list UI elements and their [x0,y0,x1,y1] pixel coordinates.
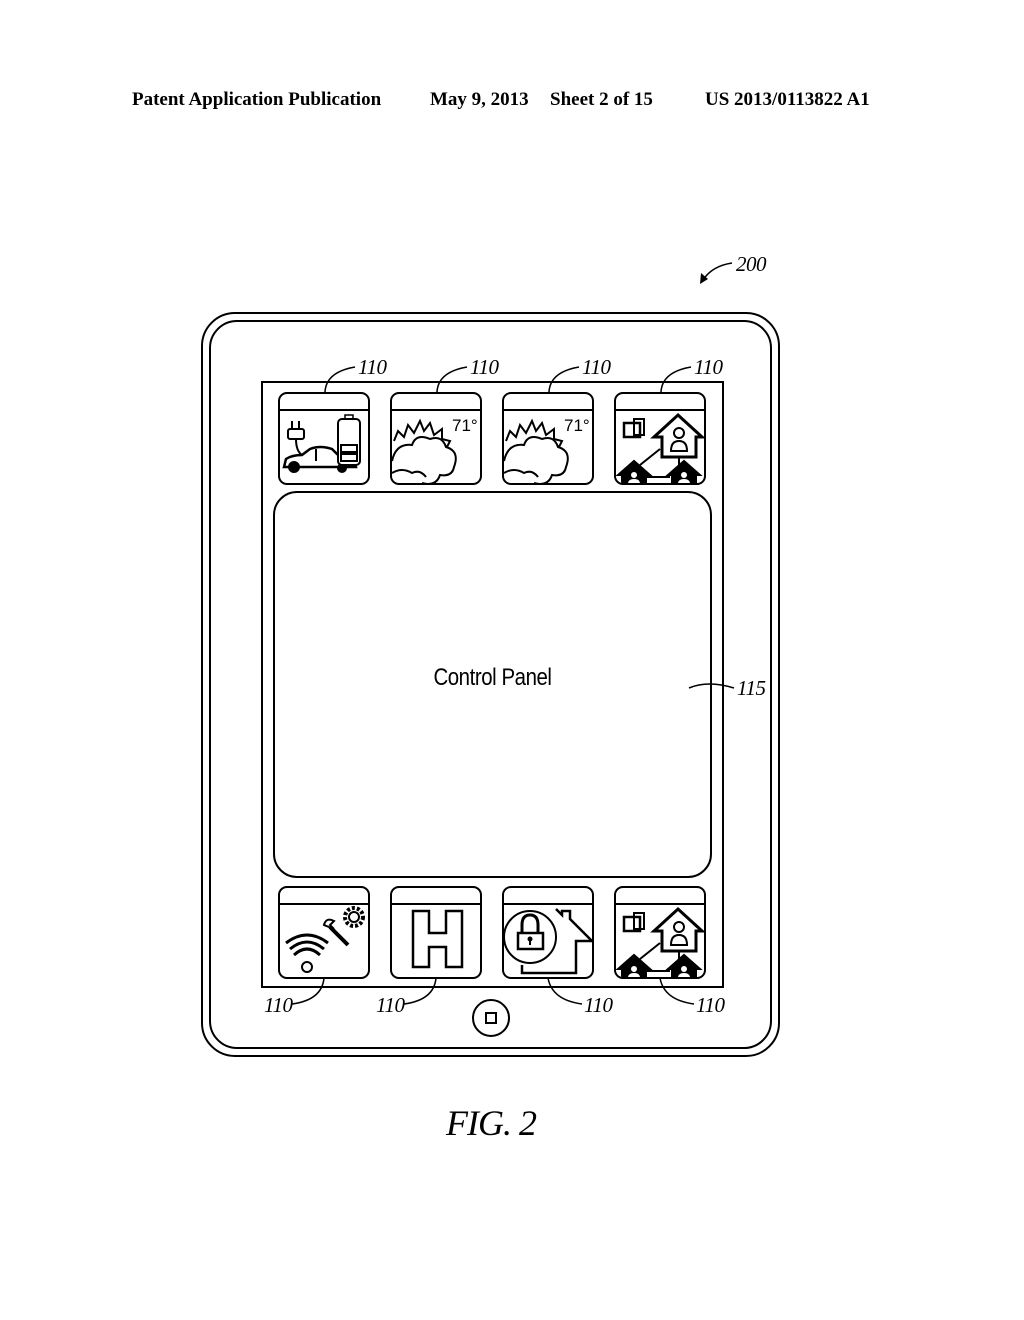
home-network-icon [616,412,704,483]
publication-date: May 9, 2013 [430,89,529,110]
ev-charging-icon [282,414,361,473]
tile-home-network-top[interactable] [614,392,706,485]
publication-title: Patent Application Publication [132,89,382,110]
tile-home-network-bottom[interactable] [614,886,706,979]
device-reference-label: 200 [736,252,767,276]
control-panel-label: Control Panel [433,664,552,691]
tile-weather-1[interactable]: 71° [390,392,482,485]
home-security-icon [504,908,592,975]
tile-reference-label: 110 [470,355,499,379]
sheet-number: Sheet 2 of 15 [550,89,653,110]
control-panel[interactable]: Control Panel [273,491,712,878]
hospital-icon [411,909,464,969]
arrowhead-icon [700,273,708,284]
tile-ev-charging[interactable] [278,392,370,485]
home-button-square-icon [485,1012,497,1024]
temperature-readout: 71° [564,416,590,435]
weather-icon: 71° [392,416,478,483]
patent-number: US 2013/0113822 A1 [705,89,870,110]
temperature-readout: 71° [452,416,478,435]
figure-caption: FIG. 2 [446,1103,537,1143]
tile-weather-2[interactable]: 71° [502,392,594,485]
home-button[interactable] [472,999,510,1037]
tile-reference-label: 110 [358,355,387,379]
panel-reference-label: 115 [737,676,766,700]
home-network-icon [616,906,704,977]
device-leader-line [702,262,733,281]
tile-home-security[interactable] [502,886,594,979]
tile-reference-label: 110 [696,993,725,1017]
tile-reference-label: 110 [694,355,723,379]
tile-reference-label: 110 [376,993,405,1017]
tile-reference-label: 110 [584,993,613,1017]
weather-icon: 71° [504,416,590,483]
wifi-settings-icon [285,906,365,973]
tile-wifi-settings[interactable] [278,886,370,979]
tile-reference-label: 110 [582,355,611,379]
tile-hospital[interactable] [390,886,482,979]
tile-reference-label: 110 [264,993,293,1017]
